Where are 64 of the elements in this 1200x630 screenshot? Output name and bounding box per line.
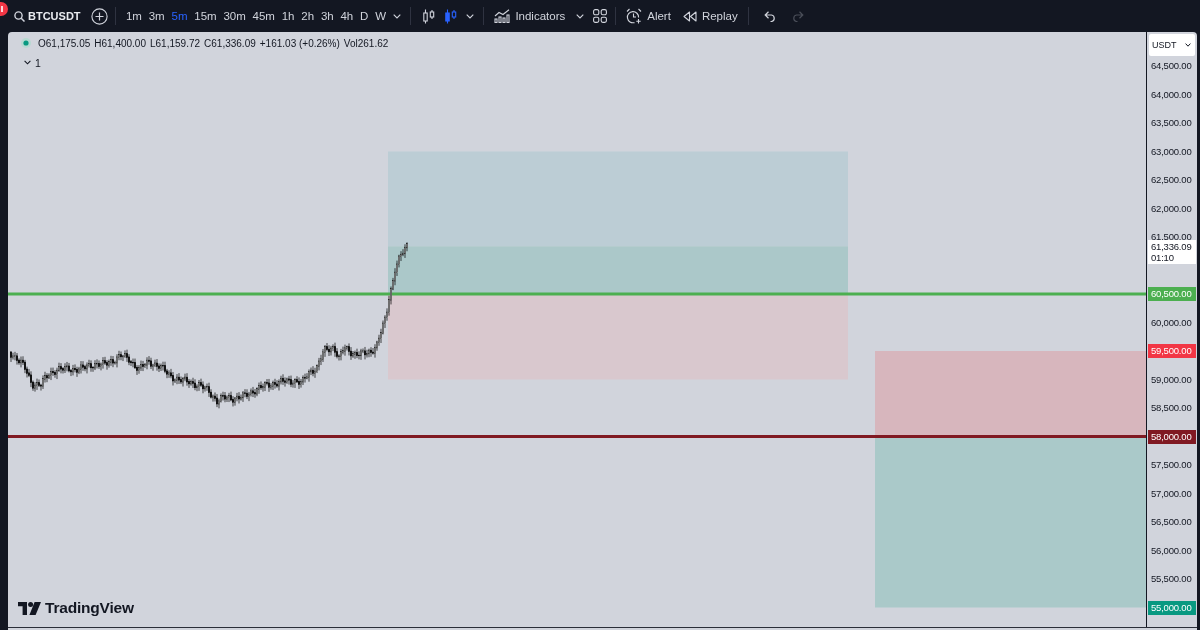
price-axis-label: 64,500.00	[1151, 60, 1192, 72]
price-axis-label: 63,000.00	[1151, 145, 1192, 158]
price-axis-label: 57,000.00	[1151, 487, 1192, 500]
price-axis-label: 55,500.00	[1151, 573, 1192, 585]
interval-button[interactable]: 1h	[278, 4, 298, 28]
price-axis-label: 56,000.00	[1151, 544, 1192, 557]
chart-bars-icon	[494, 9, 511, 23]
legend-value: H61,400.00	[94, 37, 146, 49]
search-icon	[14, 10, 25, 22]
last-price-value: 61,336.09	[1151, 241, 1193, 253]
price-tag: 59,500.00	[1148, 344, 1196, 358]
short-position-stop-zone[interactable]	[875, 351, 1146, 437]
interval-button[interactable]: 3h	[317, 4, 338, 28]
interval-button[interactable]: 5m	[168, 4, 191, 28]
undo-icon[interactable]	[763, 10, 776, 22]
alert-button[interactable]: Alert	[623, 4, 674, 28]
interval-button[interactable]: 1m	[122, 4, 146, 28]
interval-button[interactable]: D	[356, 4, 372, 28]
add-circle-icon[interactable]	[90, 7, 108, 25]
legend-value: Vol261.62	[343, 37, 389, 49]
interval-button[interactable]: 4h	[337, 4, 357, 28]
price-axis-label: 60,000.00	[1151, 316, 1192, 329]
price-axis-label: 62,000.00	[1151, 202, 1192, 215]
interval-button[interactable]: 3m	[145, 4, 169, 28]
legend-value: O61,175.05	[38, 37, 91, 49]
legend-value: +161.03 (+0.26%)	[259, 37, 340, 49]
hollow-candles-icon[interactable]	[423, 8, 436, 24]
interval-button[interactable]: 2h	[297, 4, 318, 28]
notification-badge-icon[interactable]	[0, 2, 8, 16]
price-axis-label: 59,000.00	[1151, 373, 1192, 386]
layout-grid-icon[interactable]	[593, 9, 608, 23]
price-axis-label: 63,500.00	[1151, 117, 1192, 129]
chevron-down-icon[interactable]	[576, 13, 585, 19]
chevron-down-icon[interactable]	[466, 13, 475, 19]
candles-icon[interactable]	[445, 8, 458, 24]
brand-name: TradingView	[45, 599, 134, 617]
price-tag: 58,000.00	[1148, 429, 1196, 444]
rewind-icon	[682, 10, 697, 22]
currency-dropdown[interactable]: USDT	[1149, 34, 1195, 56]
legend-value: C61,336.09	[204, 37, 256, 49]
price-tag: 60,500.00	[1148, 287, 1196, 301]
price-axis-label: 56,500.00	[1151, 516, 1192, 528]
legend-value: L61,159.72	[150, 37, 201, 49]
chevron-down-icon	[1185, 43, 1191, 47]
price-tag: 55,000.00	[1148, 600, 1196, 615]
price-axis-label: 61,500.00	[1151, 231, 1192, 243]
chevron-down-icon	[24, 60, 31, 65]
price-axis-label: 58,500.00	[1151, 402, 1192, 414]
bar-countdown: 01:10	[1151, 252, 1175, 264]
replay-button[interactable]: Replay	[679, 4, 741, 28]
price-axis-label: 62,500.00	[1151, 174, 1192, 186]
interval-button[interactable]: 15m	[190, 4, 220, 28]
alarm-clock-icon	[626, 8, 643, 24]
interval-button[interactable]: W	[371, 4, 390, 28]
indicators-button[interactable]: Indicators	[491, 4, 569, 28]
price-axis-label: 57,500.00	[1151, 459, 1192, 471]
chevron-down-icon[interactable]	[393, 13, 402, 19]
price-axis-label: 64,000.00	[1151, 88, 1192, 101]
interval-button[interactable]: 30m	[220, 4, 250, 28]
symbol-search-button[interactable]: BTCUSDT	[12, 4, 83, 28]
interval-button[interactable]: 45m	[249, 4, 279, 28]
indicators-toggle-button[interactable]: 1	[22, 56, 43, 69]
logo-icon	[18, 601, 41, 615]
status-dot-icon	[21, 38, 31, 48]
